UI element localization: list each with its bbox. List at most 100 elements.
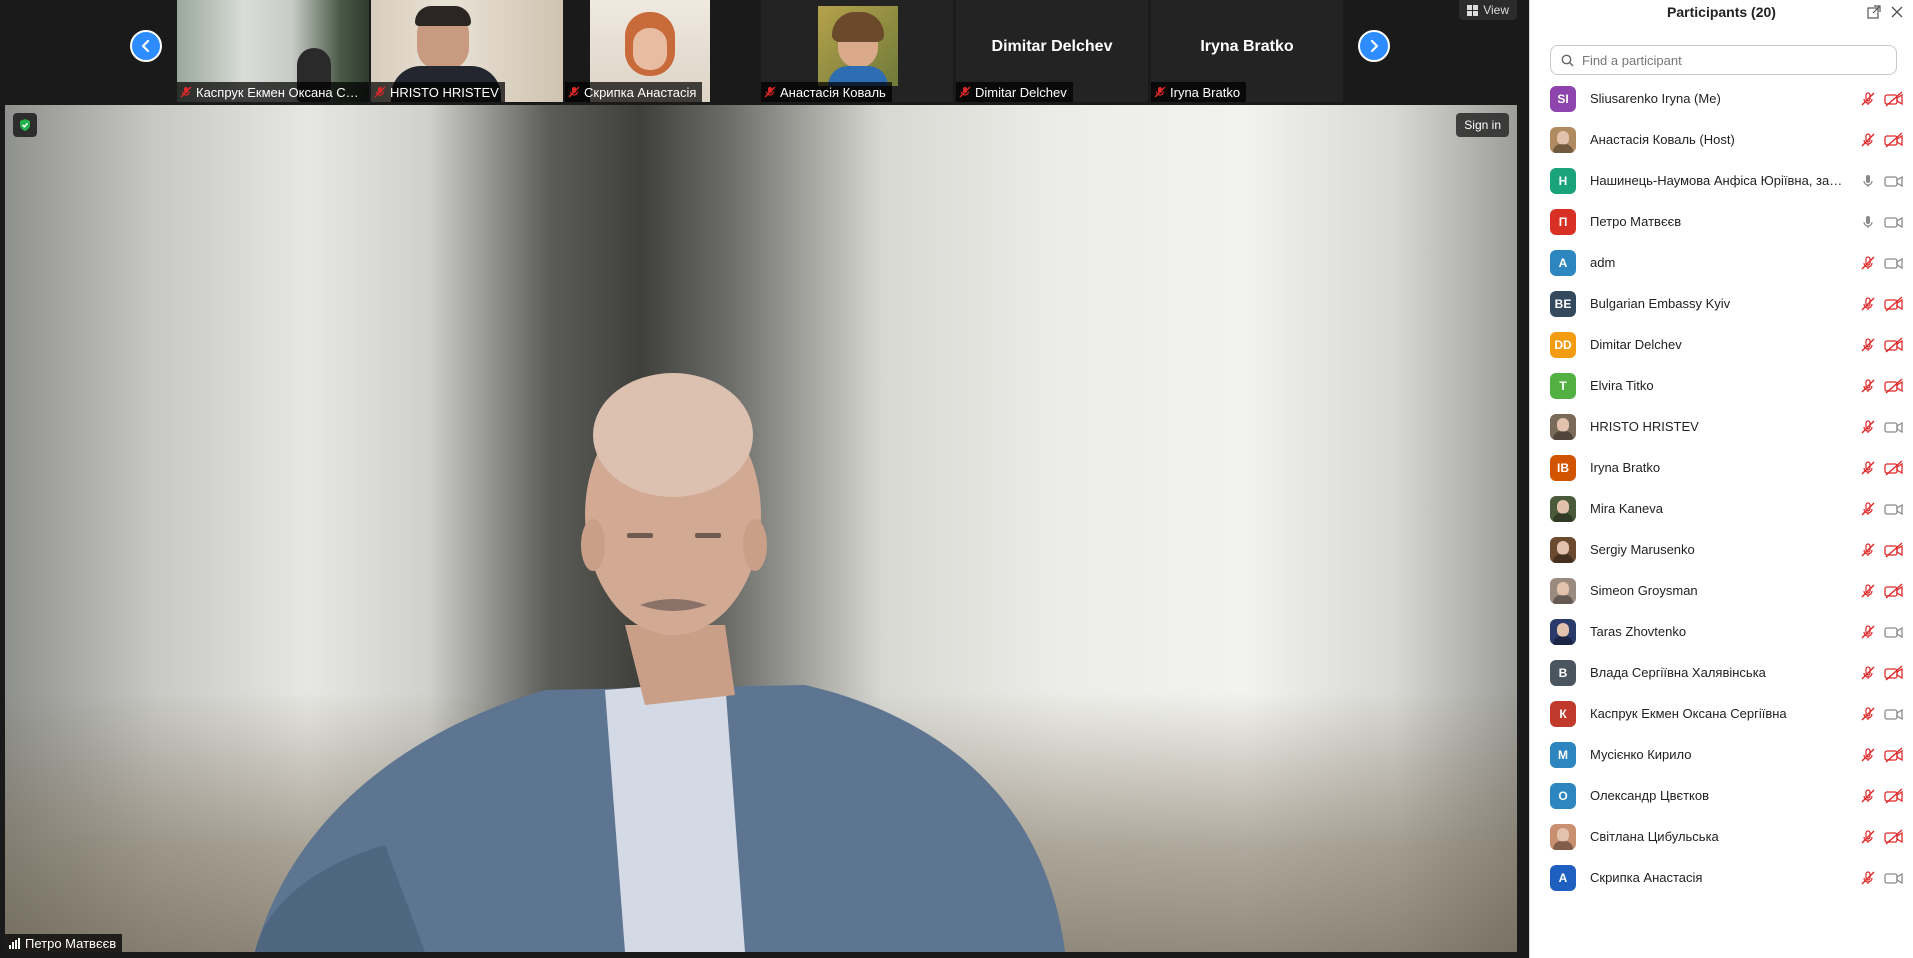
camera-off-icon[interactable]	[1884, 828, 1904, 845]
microphone-muted-icon[interactable]	[1860, 788, 1876, 804]
avatar: DD	[1550, 331, 1576, 358]
participant-search[interactable]	[1550, 45, 1897, 75]
avatar: О	[1550, 782, 1576, 809]
participant-row[interactable]: Mira Kaneva	[1530, 488, 1913, 529]
participant-name-tag: Dimitar Delchev	[956, 82, 1073, 102]
participant-name: Скрипка Анастасія	[1590, 870, 1703, 885]
microphone-muted-icon[interactable]	[1860, 624, 1876, 640]
participant-row[interactable]: Sergiy Marusenko	[1530, 529, 1913, 570]
participant-row[interactable]: DD Dimitar Delchev	[1530, 324, 1913, 365]
name-only-thumbnail[interactable]: Dimitar Delchev Dimitar Delchev	[956, 0, 1148, 102]
video-thumbnail[interactable]: Анастасія Коваль	[761, 0, 953, 102]
participant-row[interactable]: Світлана Цибульська	[1530, 816, 1913, 857]
avatar: П	[1550, 208, 1576, 235]
participant-row[interactable]: Анастасія Коваль (Host)	[1530, 119, 1913, 160]
microphone-icon[interactable]	[1860, 214, 1876, 230]
video-thumbnail[interactable]: Каспрук Екмен Оксана Се...	[177, 0, 369, 102]
participant-row[interactable]: В Влада Сергіївна Халявінська	[1530, 652, 1913, 693]
camera-off-icon[interactable]	[1884, 131, 1904, 148]
grid-view-icon	[1467, 4, 1479, 16]
avatar: BE	[1550, 290, 1576, 317]
participant-display-name: Iryna Bratko	[1200, 38, 1294, 55]
video-thumbnail[interactable]: HRISTO HRISTEV	[371, 0, 563, 102]
camera-icon[interactable]	[1884, 255, 1904, 271]
camera-icon[interactable]	[1884, 706, 1904, 722]
camera-icon[interactable]	[1884, 173, 1904, 189]
avatar: A	[1550, 249, 1576, 276]
prev-page-button[interactable]	[130, 30, 162, 62]
microphone-muted-icon[interactable]	[1860, 870, 1876, 886]
speaker-name: Петро Матвєєв	[25, 935, 117, 951]
microphone-muted-icon[interactable]	[1860, 378, 1876, 394]
camera-icon[interactable]	[1884, 501, 1904, 517]
camera-off-icon[interactable]	[1884, 664, 1904, 681]
pop-out-icon[interactable]	[1867, 5, 1881, 19]
participant-name: Elvira Titko	[1590, 378, 1654, 393]
participant-row[interactable]: Taras Zhovtenko	[1530, 611, 1913, 652]
microphone-muted-icon[interactable]	[1860, 706, 1876, 722]
camera-off-icon[interactable]	[1884, 336, 1904, 353]
microphone-muted-icon[interactable]	[1860, 501, 1876, 517]
next-page-button[interactable]	[1358, 30, 1390, 62]
mic-muted-icon	[959, 86, 971, 98]
camera-off-icon[interactable]	[1884, 746, 1904, 763]
camera-off-icon[interactable]	[1884, 582, 1904, 599]
participant-row[interactable]: М Мусієнко Кирило	[1530, 734, 1913, 775]
participant-row[interactable]: Simeon Groysman	[1530, 570, 1913, 611]
camera-off-icon[interactable]	[1884, 459, 1904, 476]
camera-icon[interactable]	[1884, 870, 1904, 886]
camera-off-icon[interactable]	[1884, 377, 1904, 394]
participant-name: Iryna Bratko	[1590, 460, 1661, 475]
avatar: Н	[1550, 167, 1576, 194]
participant-row[interactable]: А Скрипка Анастасія	[1530, 857, 1913, 898]
participant-name: HRISTO HRISTEV	[1590, 419, 1699, 434]
microphone-muted-icon[interactable]	[1860, 91, 1876, 107]
camera-off-icon[interactable]	[1884, 295, 1904, 312]
microphone-muted-icon[interactable]	[1860, 542, 1876, 558]
close-icon[interactable]	[1890, 5, 1904, 19]
microphone-icon[interactable]	[1860, 173, 1876, 189]
camera-off-icon[interactable]	[1884, 787, 1904, 804]
avatar: А	[1550, 864, 1576, 891]
microphone-muted-icon[interactable]	[1860, 460, 1876, 476]
camera-icon[interactable]	[1884, 214, 1904, 230]
microphone-muted-icon[interactable]	[1860, 337, 1876, 353]
camera-icon[interactable]	[1884, 624, 1904, 640]
microphone-muted-icon[interactable]	[1860, 747, 1876, 763]
participant-list: SI Sliusarenko Iryna (Me) Анастасія Коваль…	[1530, 78, 1913, 898]
microphone-muted-icon[interactable]	[1860, 296, 1876, 312]
microphone-muted-icon[interactable]	[1860, 419, 1876, 435]
name-only-thumbnail[interactable]: Iryna Bratko Iryna Bratko	[1151, 0, 1343, 102]
sign-in-button[interactable]: Sign in	[1456, 113, 1509, 137]
participant-name-tag: Каспрук Екмен Оксана Се...	[177, 82, 369, 102]
camera-off-icon[interactable]	[1884, 90, 1904, 107]
participant-name: Dimitar Delchev	[1590, 337, 1682, 352]
participant-row[interactable]: К Каспрук Екмен Оксана Сергіївна	[1530, 693, 1913, 734]
participant-row[interactable]: Aadm	[1530, 242, 1913, 283]
participant-row[interactable]: П Петро Матвєєв	[1530, 201, 1913, 242]
microphone-muted-icon[interactable]	[1860, 583, 1876, 599]
participant-row[interactable]: HRISTO HRISTEV	[1530, 406, 1913, 447]
participant-name: Bulgarian Embassy Kyiv	[1590, 296, 1731, 311]
view-button[interactable]: View	[1459, 0, 1517, 20]
participant-row[interactable]: Н Нашинець-Наумова Анфіса Юріївна, заст..…	[1530, 160, 1913, 201]
participant-row[interactable]: IB Iryna Bratko	[1530, 447, 1913, 488]
active-speaker-video[interactable]: Sign in	[5, 105, 1517, 952]
microphone-muted-icon[interactable]	[1860, 132, 1876, 148]
microphone-muted-icon[interactable]	[1860, 255, 1876, 271]
microphone-muted-icon[interactable]	[1860, 829, 1876, 845]
mic-muted-icon	[568, 86, 580, 98]
participant-name: Simeon Groysman	[1590, 583, 1698, 598]
participant-row[interactable]: BE Bulgarian Embassy Kyiv	[1530, 283, 1913, 324]
participant-row[interactable]: SI Sliusarenko Iryna (Me)	[1530, 78, 1913, 119]
video-thumbnail[interactable]: Скрипка Анастасія	[565, 0, 735, 102]
speaker-name-tag: Петро Матвєєв	[5, 934, 123, 952]
participant-row[interactable]: T Elvira Titko	[1530, 365, 1913, 406]
search-input[interactable]	[1580, 51, 1884, 69]
camera-off-icon[interactable]	[1884, 541, 1904, 558]
participant-photo	[818, 6, 898, 86]
security-badge[interactable]	[13, 113, 37, 137]
participant-row[interactable]: О Олександр Цвєтков	[1530, 775, 1913, 816]
microphone-muted-icon[interactable]	[1860, 665, 1876, 681]
camera-icon[interactable]	[1884, 419, 1904, 435]
